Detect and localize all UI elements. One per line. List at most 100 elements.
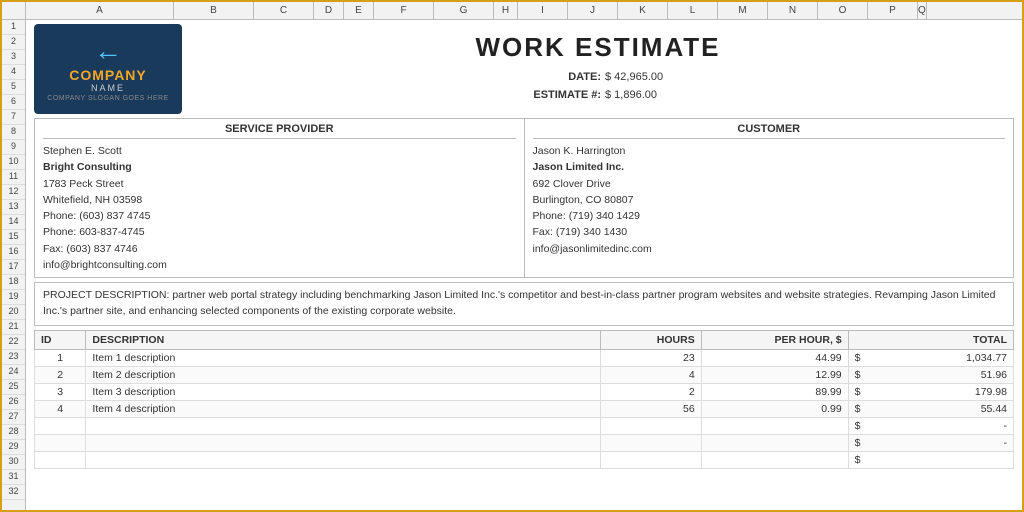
col-header-d: D — [314, 2, 344, 19]
dollar-sign: $ — [855, 386, 861, 398]
table-body: 1Item 1 description2344.99$1,034.772Item… — [35, 349, 1014, 468]
cell-description: Item 2 description — [86, 366, 600, 383]
date-row: DATE: $ 42,965.00 — [182, 69, 1014, 87]
estimate-label: ESTIMATE #: — [511, 87, 601, 105]
th-per-hour: PER HOUR, $ — [701, 330, 848, 349]
col-header-a: A — [26, 2, 174, 19]
cell-id: 2 — [35, 366, 86, 383]
cell-id: 1 — [35, 349, 86, 366]
col-header-b: B — [174, 2, 254, 19]
logo-arrow-icon: ← — [94, 37, 122, 65]
dollar-sign: $ — [855, 369, 861, 381]
service-provider-col: SERVICE PROVIDER Stephen E. Scott Bright… — [35, 119, 525, 277]
service-provider-header: SERVICE PROVIDER — [43, 123, 516, 139]
cell-hours — [600, 434, 701, 451]
cell-description: Item 3 description — [86, 383, 600, 400]
row-header-4: 4 — [2, 65, 25, 80]
col-header-c: C — [254, 2, 314, 19]
project-description: PROJECT DESCRIPTION: partner web portal … — [34, 282, 1014, 326]
cell-description — [86, 417, 600, 434]
row-header-22: 22 — [2, 335, 25, 350]
row-header-19: 19 — [2, 290, 25, 305]
doc-header: ← COMPANY NAME COMPANY SLOGAN GOES HERE … — [34, 24, 1014, 114]
row-header-16: 16 — [2, 245, 25, 260]
row-headers: 1234567891011121314151617181920212223242… — [2, 20, 26, 510]
row-header-6: 6 — [2, 95, 25, 110]
cust-line8: info@jasonlimitedinc.com — [533, 241, 1006, 257]
sp-line8: info@brightconsulting.com — [43, 257, 516, 273]
total-value: 51.96 — [981, 369, 1007, 381]
row-header-12: 12 — [2, 185, 25, 200]
cell-per-hour: 89.99 — [701, 383, 848, 400]
row-header-29: 29 — [2, 440, 25, 455]
cell-hours — [600, 417, 701, 434]
dollar-sign: $ — [855, 403, 861, 415]
col-header-e: E — [344, 2, 374, 19]
cell-per-hour: 44.99 — [701, 349, 848, 366]
th-id: ID — [35, 330, 86, 349]
spreadsheet-body: 1234567891011121314151617181920212223242… — [2, 20, 1022, 510]
row-header-10: 10 — [2, 155, 25, 170]
date-value: $ 42,965.00 — [605, 69, 685, 87]
cell-hours: 23 — [600, 349, 701, 366]
row-header-13: 13 — [2, 200, 25, 215]
cell-hours: 2 — [600, 383, 701, 400]
cust-line4: Burlington, CO 80807 — [533, 192, 1006, 208]
total-value: 1,034.77 — [966, 352, 1007, 364]
col-header-n: N — [768, 2, 818, 19]
th-description: DESCRIPTION — [86, 330, 600, 349]
col-header-j: J — [568, 2, 618, 19]
total-value: - — [1004, 420, 1008, 432]
table-header-row: ID DESCRIPTION HOURS PER HOUR, $ TOTAL — [35, 330, 1014, 349]
row-header-2: 2 — [2, 35, 25, 50]
sp-line3: 1783 Peck Street — [43, 176, 516, 192]
table-row: $- — [35, 434, 1014, 451]
cell-per-hour — [701, 451, 848, 468]
sp-line1: Stephen E. Scott — [43, 143, 516, 159]
sp-line2: Bright Consulting — [43, 159, 516, 175]
col-header-f: F — [374, 2, 434, 19]
doc-title-area: WORK ESTIMATE DATE: $ 42,965.00 ESTIMATE… — [182, 24, 1014, 104]
dollar-sign: $ — [855, 420, 861, 432]
col-header-g: G — [434, 2, 494, 19]
spreadsheet: ABCDEFGHIJKLMNOPQ 1234567891011121314151… — [0, 0, 1024, 512]
col-header-o: O — [818, 2, 868, 19]
row-header-31: 31 — [2, 470, 25, 485]
col-header-i: I — [518, 2, 568, 19]
cell-per-hour: 0.99 — [701, 400, 848, 417]
col-header-p: P — [868, 2, 918, 19]
doc-meta: DATE: $ 42,965.00 ESTIMATE #: $ 1,896.00 — [182, 69, 1014, 104]
row-header-32: 32 — [2, 485, 25, 500]
cust-line6: Phone: (719) 340 1429 — [533, 208, 1006, 224]
cell-id: 3 — [35, 383, 86, 400]
row-header-26: 26 — [2, 395, 25, 410]
customer-header: CUSTOMER — [533, 123, 1006, 139]
cell-per-hour — [701, 417, 848, 434]
dollar-sign: $ — [855, 352, 861, 364]
row-header-17: 17 — [2, 260, 25, 275]
row-header-9: 9 — [2, 140, 25, 155]
cell-total: $51.96 — [848, 366, 1013, 383]
row-header-23: 23 — [2, 350, 25, 365]
logo-company: COMPANY — [69, 67, 147, 83]
logo-name: NAME — [91, 83, 125, 93]
date-label: DATE: — [511, 69, 601, 87]
table-row: 2Item 2 description412.99$51.96 — [35, 366, 1014, 383]
row-header-21: 21 — [2, 320, 25, 335]
cell-description: Item 4 description — [86, 400, 600, 417]
col-header-l: L — [668, 2, 718, 19]
row-header-14: 14 — [2, 215, 25, 230]
estimate-value: $ 1,896.00 — [605, 87, 685, 105]
row-header-25: 25 — [2, 380, 25, 395]
cust-line1: Jason K. Harrington — [533, 143, 1006, 159]
cell-per-hour — [701, 434, 848, 451]
info-section: SERVICE PROVIDER Stephen E. Scott Bright… — [34, 118, 1014, 278]
row-header-30: 30 — [2, 455, 25, 470]
row-header-27: 27 — [2, 410, 25, 425]
row-header-1: 1 — [2, 20, 25, 35]
sp-line7: Fax: (603) 837 4746 — [43, 241, 516, 257]
cust-line7: Fax: (719) 340 1430 — [533, 224, 1006, 240]
cell-description — [86, 451, 600, 468]
row-header-8: 8 — [2, 125, 25, 140]
cell-total: $55.44 — [848, 400, 1013, 417]
